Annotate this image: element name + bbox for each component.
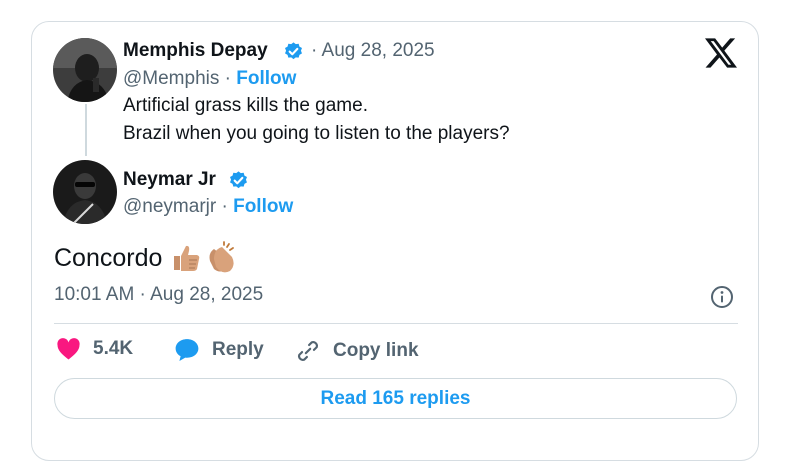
author-handle-row: @neymarjr · Follow (123, 196, 293, 218)
x-logo-icon[interactable] (705, 38, 737, 68)
quoted-handle[interactable]: @Memphis (123, 68, 219, 89)
tweet-text: Concordo (54, 243, 163, 272)
quoted-tweet-text: Artificial grass kills the game. Brazil … (123, 92, 510, 148)
tweet-text-row: Concordo (54, 241, 238, 275)
follow-memphis-button[interactable]: Follow (236, 68, 296, 89)
tweet-timestamp[interactable]: 10:01 AM · Aug 28, 2025 (54, 284, 263, 306)
reply-button[interactable]: Reply (174, 338, 264, 362)
avatar-neymar[interactable] (53, 160, 117, 224)
thumbs-up-emoji-icon (170, 242, 202, 274)
read-replies-label: Read 165 replies (320, 387, 471, 409)
separator-dot: · (221, 196, 234, 217)
thread-connector-line (85, 104, 87, 156)
avatar-memphis[interactable] (53, 38, 117, 102)
quoted-author-name[interactable]: Memphis Depay (123, 40, 268, 62)
like-count: 5.4K (93, 338, 134, 359)
copy-link-label: Copy link (333, 340, 419, 361)
read-replies-button[interactable]: Read 165 replies (54, 378, 737, 419)
verified-badge-icon (230, 171, 247, 189)
separator-dot: · (224, 68, 237, 89)
verified-badge-icon (285, 42, 302, 60)
copy-link-button[interactable]: Copy link (295, 338, 419, 364)
link-icon (298, 341, 318, 361)
quoted-handle-row: @Memphis · Follow (123, 68, 296, 90)
clapping-hands-emoji-icon (204, 241, 238, 275)
heart-icon (57, 338, 80, 360)
reply-bubble-icon (175, 339, 199, 362)
like-button[interactable]: 5.4K (56, 338, 133, 360)
author-handle[interactable]: @neymarjr (123, 196, 216, 217)
info-icon[interactable] (710, 285, 734, 309)
reply-label: Reply (212, 339, 264, 360)
quoted-text-line: Brazil when you going to listen to the p… (123, 123, 510, 144)
quoted-text-line: Artificial grass kills the game. (123, 95, 368, 116)
author-name[interactable]: Neymar Jr (123, 169, 216, 191)
quoted-tweet-date[interactable]: · Aug 28, 2025 (311, 40, 435, 62)
follow-neymar-button[interactable]: Follow (233, 196, 293, 217)
actions-divider (54, 323, 738, 324)
